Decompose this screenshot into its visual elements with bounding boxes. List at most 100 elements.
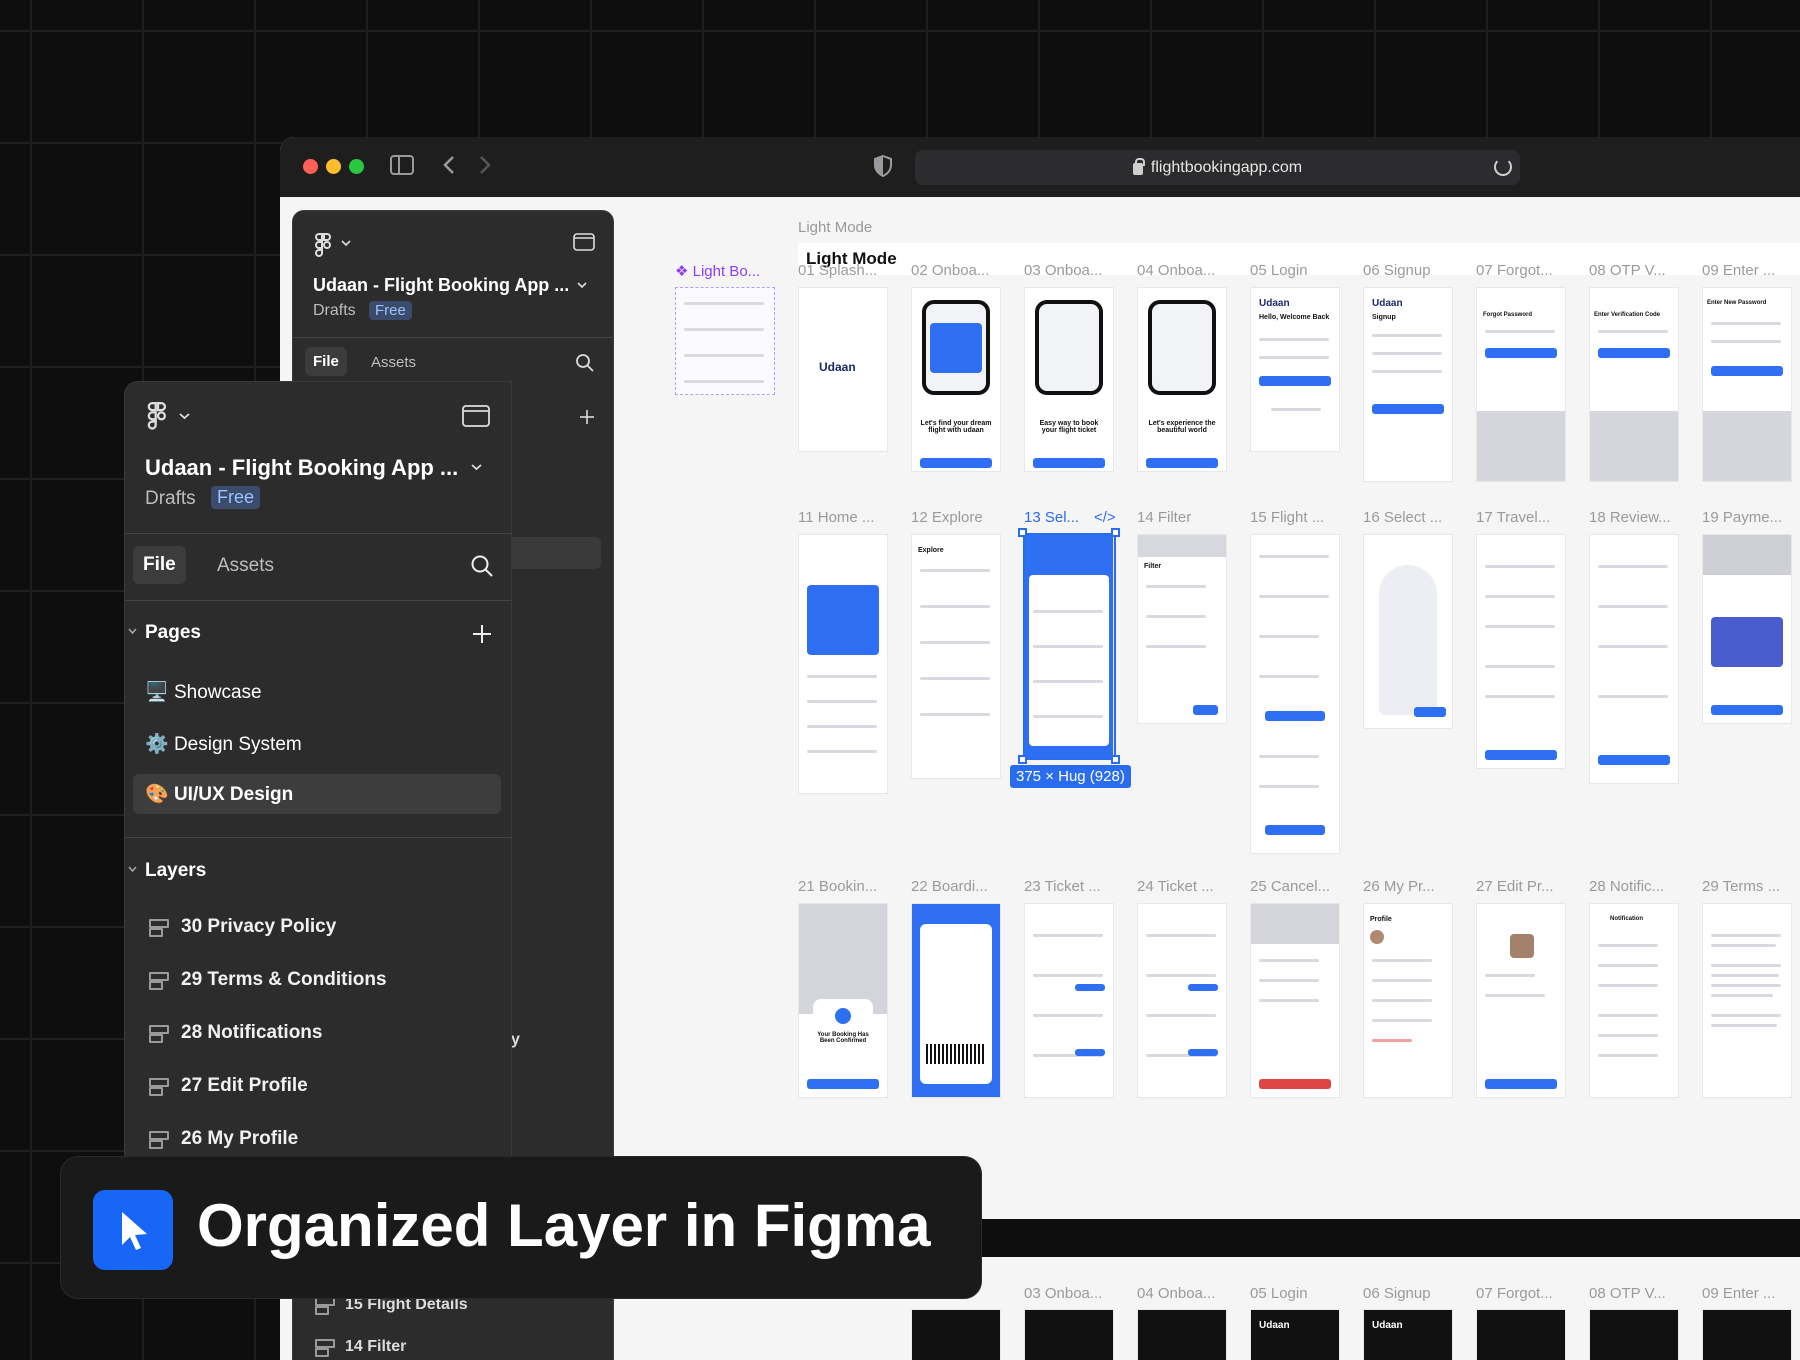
frame-title-selected[interactable]: 13 Sel...: [1024, 509, 1079, 526]
resize-handle[interactable]: [1111, 755, 1120, 764]
frame-title[interactable]: 22 Boardi...: [911, 878, 988, 895]
chevron-down-icon[interactable]: [341, 239, 351, 247]
signup-frame[interactable]: Udaan Signup: [1363, 287, 1453, 482]
traveler-details-frame[interactable]: [1476, 534, 1566, 769]
resize-handle[interactable]: [1018, 528, 1027, 537]
page-item-showcase[interactable]: 🖥️ Showcase: [145, 676, 262, 708]
dark-frame[interactable]: [1589, 1309, 1679, 1360]
dark-frame[interactable]: [1702, 1309, 1792, 1360]
frame-title[interactable]: 07 Forgot...: [1476, 1285, 1553, 1302]
chevron-down-icon[interactable]: [471, 463, 482, 471]
panel-toggle-icon[interactable]: [462, 405, 490, 427]
search-icon[interactable]: [575, 353, 595, 373]
dark-frame[interactable]: Udaan: [1363, 1309, 1453, 1360]
dark-frame[interactable]: [911, 1309, 1001, 1360]
frame-title[interactable]: 01 Splash...: [798, 262, 877, 279]
frame-title[interactable]: 06 Signup: [1363, 1285, 1431, 1302]
frame-title[interactable]: 29 Terms ...: [1702, 878, 1780, 895]
frame-title[interactable]: 26 My Pr...: [1363, 878, 1435, 895]
notifications-frame[interactable]: Notification: [1589, 903, 1679, 1098]
frame-title[interactable]: 04 Onboa...: [1137, 1285, 1215, 1302]
figma-logo-icon[interactable]: [315, 233, 333, 259]
component-label[interactable]: ❖ Light Bo...: [675, 262, 760, 280]
figma-logo-icon[interactable]: [147, 402, 169, 432]
cancel-ticket-frame[interactable]: [1250, 903, 1340, 1098]
drafts-label[interactable]: Drafts: [313, 302, 356, 320]
booking-confirmed-frame[interactable]: Your Booking Has Been Confirmed: [798, 903, 888, 1098]
frame-title[interactable]: 04 Onboa...: [1137, 262, 1215, 279]
layer-item[interactable]: 28 Notifications: [149, 1022, 322, 1044]
payment-frame[interactable]: [1702, 534, 1792, 724]
boarding-pass-frame[interactable]: [911, 903, 1001, 1098]
add-page-icon[interactable]: [472, 624, 492, 644]
splash-frame[interactable]: Udaan: [798, 287, 888, 452]
onboarding-frame[interactable]: Let's find your dream flight with udaan: [911, 287, 1001, 472]
review-booking-frame[interactable]: [1589, 534, 1679, 784]
dark-frame[interactable]: [1137, 1309, 1227, 1360]
chevron-down-icon[interactable]: [128, 866, 137, 873]
frame-title[interactable]: 09 Enter ...: [1702, 1285, 1775, 1302]
dark-frame[interactable]: [1024, 1309, 1114, 1360]
dark-frame[interactable]: Udaan: [1250, 1309, 1340, 1360]
frame-title[interactable]: 12 Explore: [911, 509, 983, 526]
minimize-window-button[interactable]: [326, 159, 341, 174]
back-arrow-icon[interactable]: [442, 155, 456, 175]
tab-file[interactable]: File: [133, 546, 186, 584]
ticket-frame[interactable]: [1024, 903, 1114, 1098]
new-password-frame[interactable]: Enter New Password: [1702, 287, 1792, 482]
forgot-password-frame[interactable]: Forgot Password: [1476, 287, 1566, 482]
layer-item[interactable]: 29 Terms & Conditions: [149, 969, 387, 991]
explore-frame[interactable]: Explore: [911, 534, 1001, 779]
my-profile-frame[interactable]: Profile: [1363, 903, 1453, 1098]
search-icon[interactable]: [470, 554, 494, 578]
frame-title[interactable]: 07 Forgot...: [1476, 262, 1553, 279]
frame-title[interactable]: 06 Signup: [1363, 262, 1431, 279]
otp-frame[interactable]: Enter Verification Code: [1589, 287, 1679, 482]
tab-assets[interactable]: Assets: [217, 555, 274, 577]
layers-heading[interactable]: Layers: [145, 860, 206, 882]
add-page-icon[interactable]: [579, 409, 595, 425]
filter-frame[interactable]: Filter: [1137, 534, 1227, 724]
resize-handle[interactable]: [1111, 528, 1120, 537]
address-bar[interactable]: flightbookingapp.com: [915, 150, 1520, 185]
selection-box[interactable]: [1023, 533, 1116, 760]
frame-title[interactable]: 02 Onboa...: [911, 262, 989, 279]
layer-item[interactable]: 30 Privacy Policy: [149, 916, 336, 938]
reload-icon[interactable]: [1494, 158, 1512, 176]
frame-title[interactable]: 05 Login: [1250, 262, 1308, 279]
maximize-window-button[interactable]: [349, 159, 364, 174]
select-seat-frame[interactable]: [1363, 534, 1453, 729]
chevron-down-icon[interactable]: [577, 281, 587, 289]
code-icon[interactable]: </>: [1094, 509, 1116, 526]
frame-title[interactable]: 09 Enter ...: [1702, 262, 1775, 279]
frame-title[interactable]: 14 Filter: [1137, 509, 1191, 526]
login-frame[interactable]: Udaan Hello, Welcome Back: [1250, 287, 1340, 452]
onboarding-frame[interactable]: Easy way to book your flight ticket: [1024, 287, 1114, 472]
page-item-highlight[interactable]: [498, 537, 601, 569]
tab-file[interactable]: File: [305, 347, 347, 376]
layer-14-filter[interactable]: 14 Filter: [315, 1338, 406, 1357]
frame-title[interactable]: 15 Flight ...: [1250, 509, 1324, 526]
frame-title[interactable]: 27 Edit Pr...: [1476, 878, 1554, 895]
flight-details-frame[interactable]: [1250, 534, 1340, 854]
sidebar-toggle-icon[interactable]: [390, 155, 414, 175]
component-frame[interactable]: [675, 287, 775, 395]
pages-heading[interactable]: Pages: [145, 622, 201, 644]
file-title[interactable]: Udaan - Flight Booking App ...: [313, 275, 569, 296]
frame-title[interactable]: 08 OTP V...: [1589, 1285, 1666, 1302]
close-window-button[interactable]: [303, 159, 318, 174]
chevron-down-icon[interactable]: [179, 412, 190, 420]
frame-title[interactable]: 08 OTP V...: [1589, 262, 1666, 279]
onboarding-frame[interactable]: Let's experience the beautiful world: [1137, 287, 1227, 472]
frame-title[interactable]: 05 Login: [1250, 1285, 1308, 1302]
frame-title[interactable]: 03 Onboa...: [1024, 262, 1102, 279]
frame-title[interactable]: 25 Cancel...: [1250, 878, 1330, 895]
panel-toggle-icon[interactable]: [573, 233, 595, 251]
frame-title[interactable]: 28 Notific...: [1589, 878, 1664, 895]
frame-title[interactable]: 24 Ticket ...: [1137, 878, 1214, 895]
tab-assets[interactable]: Assets: [371, 354, 416, 371]
terms-frame[interactable]: [1702, 903, 1792, 1098]
frame-title[interactable]: 17 Travel...: [1476, 509, 1550, 526]
home-frame[interactable]: [798, 534, 888, 794]
page-item-design-system[interactable]: ⚙️ Design System: [145, 728, 302, 760]
